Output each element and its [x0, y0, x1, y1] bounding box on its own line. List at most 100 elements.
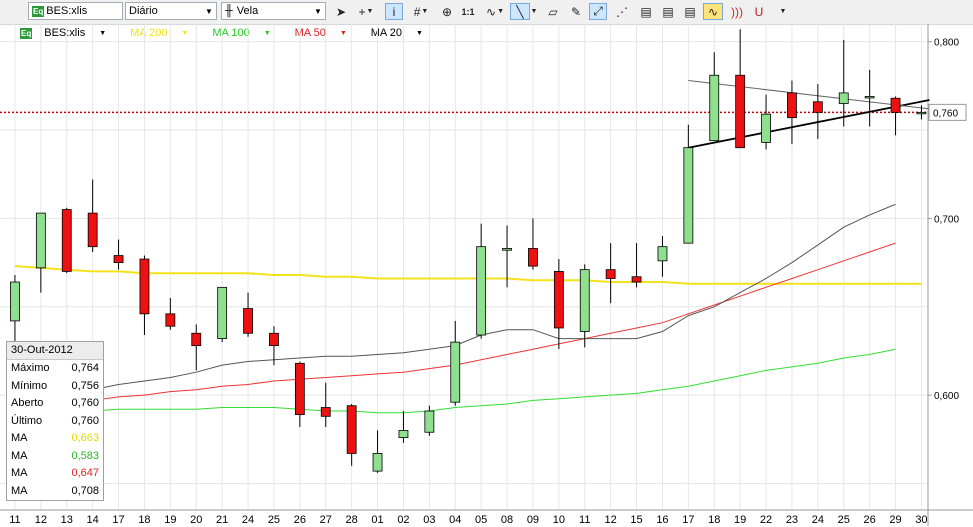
pattern-icon[interactable]: ⋰ [613, 3, 631, 20]
more-icon[interactable]: ▼ [777, 3, 789, 20]
info-value: 0,583 [71, 449, 99, 462]
x-tick-label: 10 [553, 514, 565, 526]
x-tick-label: 19 [734, 514, 746, 526]
draw-icon[interactable]: ✎ [567, 3, 585, 20]
info-label: Aberto [11, 397, 44, 409]
candle-body [35, 212, 46, 269]
x-tick-label: 14 [87, 514, 99, 526]
price-chart[interactable]: 11 12 13 14 17 18 19 20 21 24 25 26 27 28 01 02 03 04 05 08… [0, 24, 973, 527]
info-icon[interactable]: i [385, 3, 403, 20]
period-select[interactable]: Diário ▼ [125, 2, 217, 20]
x-tick-label: 17 [682, 514, 694, 526]
candle-body [812, 101, 823, 113]
one-to-one-icon[interactable]: 1:1 [460, 3, 476, 20]
x-tick-label: 17 [112, 514, 124, 526]
candle-body [217, 286, 228, 339]
info-row: MA 0,708 [7, 483, 103, 501]
equity-badge: Eq [32, 5, 45, 17]
crosshair-icon[interactable]: + ▼ [355, 3, 377, 20]
signal-icon[interactable]: ∿ [703, 3, 723, 20]
info-label: MA [11, 467, 28, 479]
x-tick-label: 12 [605, 514, 617, 526]
info-label: MA [11, 484, 28, 497]
eraser-icon[interactable]: ▱ [545, 3, 561, 20]
symbol-value: BES:xlis [46, 5, 88, 17]
zoom-icon[interactable]: ⊕ [440, 3, 454, 20]
x-tick-label: 21 [216, 514, 228, 526]
x-tick-label: 28 [346, 514, 358, 526]
x-tick-label: 20 [190, 514, 202, 526]
candle-body [761, 113, 771, 143]
x-tick-label: 18 [138, 514, 150, 526]
x-tick-label: 24 [812, 514, 824, 526]
x-tick-label: 26 [864, 514, 876, 526]
candle-body [476, 246, 487, 336]
line-tool-icon[interactable]: ╲ [510, 3, 530, 20]
x-tick-label: 24 [242, 514, 254, 526]
info-date: 30-Out-2012 [7, 342, 103, 360]
x-tick-label: 12 [35, 514, 47, 526]
x-tick-label: 29 [889, 514, 901, 526]
x-tick-label: 27 [320, 514, 332, 526]
candle-body [61, 209, 72, 272]
info-row: Último 0,760 [7, 413, 103, 431]
x-tick-label: 13 [61, 514, 73, 526]
info-label: Último [11, 414, 43, 427]
toolbar: Eq BES:xlis Diário ▼ ╫ Vela ▼ ➤ + ▼ i # ▼ … [0, 0, 973, 25]
candle-body [165, 313, 176, 327]
cursor-icon[interactable]: ➤ [334, 3, 348, 20]
chart-type-select[interactable]: ╫ Vela ▼ [221, 2, 326, 20]
x-tick-label: 11 [9, 514, 20, 526]
candle-body [657, 246, 668, 262]
candle-body [113, 255, 124, 263]
indicator-icon[interactable]: ▤ [681, 3, 699, 20]
wave-icon[interactable]: ∿ ▼ [482, 3, 508, 20]
candle-body [87, 212, 98, 248]
candle-body [890, 97, 901, 113]
candle-body [528, 248, 538, 267]
x-tick-label: 05 [475, 514, 487, 526]
candle-body [398, 430, 409, 438]
period-value: Diário [129, 5, 158, 17]
chevron-down-icon: ▼ [205, 6, 213, 16]
candle-body [605, 269, 616, 279]
x-tick-label: 16 [656, 514, 668, 526]
candle-body [579, 269, 590, 332]
overlay-icon[interactable]: ▤ [659, 3, 677, 20]
candle-body [735, 74, 746, 149]
grid-icon[interactable]: # ▼ [409, 3, 433, 20]
line-tool-dropdown-icon[interactable]: ▼ [530, 3, 538, 20]
price-label: 0,760 [933, 108, 958, 119]
info-row: Mínimo 0,756 [7, 378, 103, 396]
x-tick-label: 03 [423, 514, 435, 526]
candle-body [864, 96, 875, 99]
magnet-icon[interactable]: U [751, 3, 767, 20]
candle-body [916, 111, 927, 115]
candle-body [424, 410, 435, 433]
info-value: 0,647 [71, 467, 99, 479]
x-tick-label: 15 [630, 514, 642, 526]
candle-body [372, 453, 383, 472]
alert-icon[interactable]: ▤ [637, 3, 655, 20]
candle-body [553, 271, 564, 329]
x-tick-label: 08 [501, 514, 513, 526]
info-label: MA [11, 449, 28, 462]
x-tick-label: 04 [449, 514, 461, 526]
info-label: Máximo [11, 362, 50, 374]
x-tick-label: 25 [838, 514, 850, 526]
x-tick-label: 19 [164, 514, 176, 526]
symbol-field[interactable]: Eq BES:xlis [28, 2, 123, 20]
x-tick-label: 18 [708, 514, 720, 526]
candle-body [243, 308, 253, 334]
x-tick-label: 01 [371, 514, 383, 526]
candle-body [269, 332, 279, 347]
info-label: MA [11, 432, 28, 444]
x-tick-label: 25 [268, 514, 280, 526]
candle-body [683, 147, 694, 244]
x-tick-label: 23 [786, 514, 798, 526]
sound-icon[interactable]: ))) [729, 3, 745, 20]
info-label: Mínimo [11, 379, 48, 392]
trend-icon[interactable]: ⤢ [589, 3, 607, 20]
x-tick-label: 02 [397, 514, 409, 526]
info-value: 0,760 [71, 397, 99, 409]
